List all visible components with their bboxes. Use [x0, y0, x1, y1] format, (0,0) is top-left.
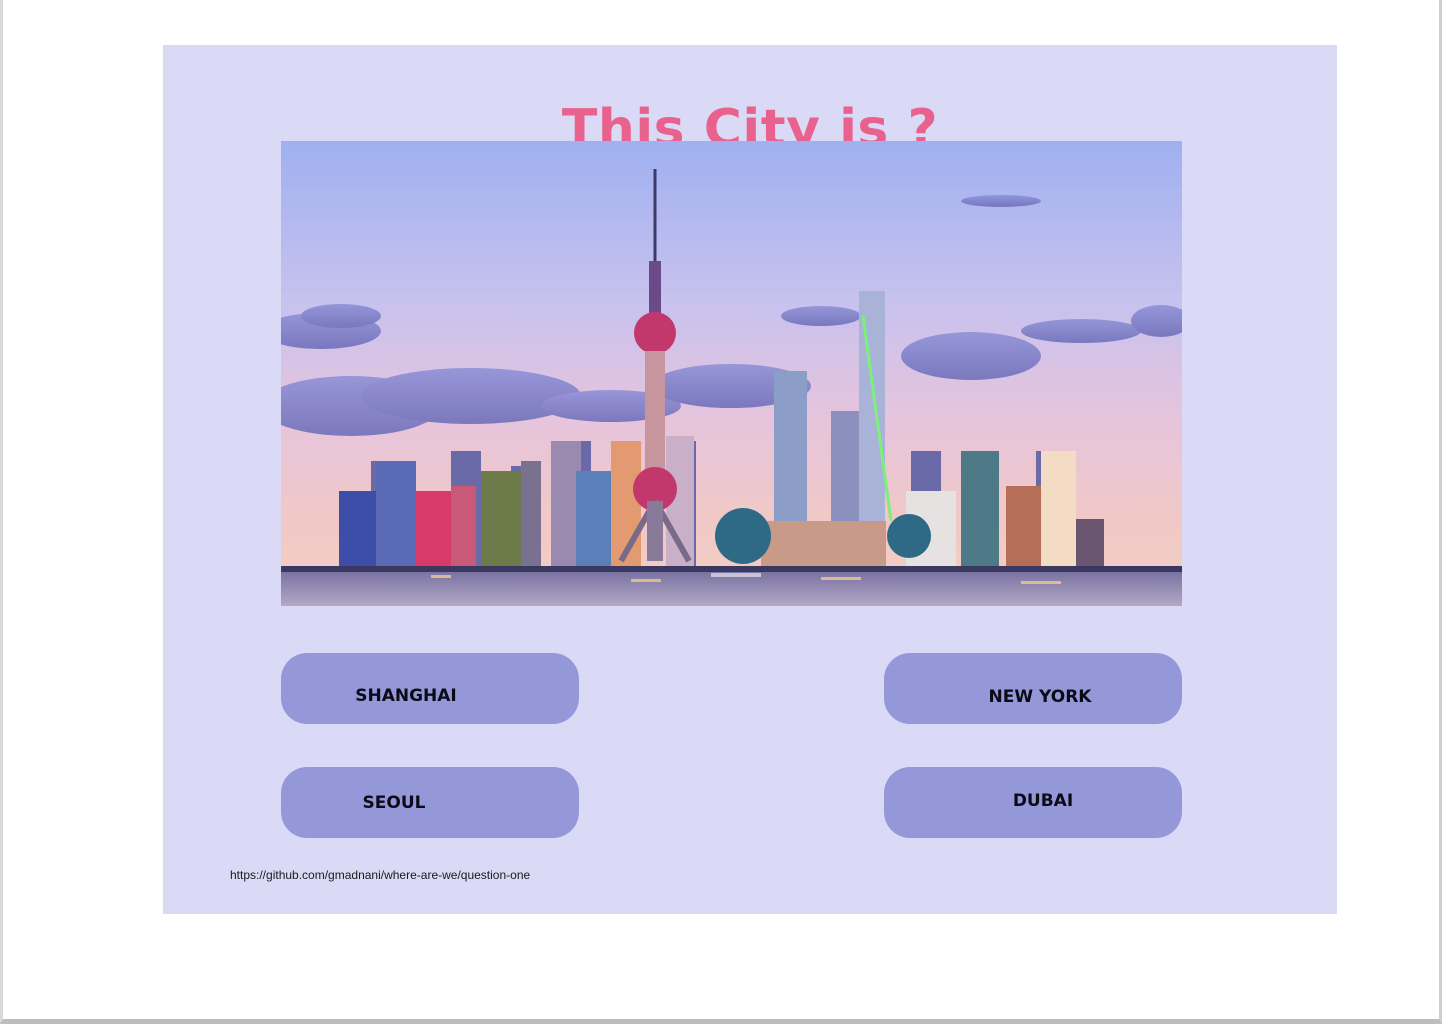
answer-label-seoul: SEOUL [362, 792, 426, 813]
answer-label-dubai: DUBAI [1012, 790, 1074, 811]
answer-button-new-york[interactable]: NEW YORK [884, 653, 1182, 724]
answer-button-seoul[interactable]: SEOUL [281, 767, 579, 838]
source-url-text: https://github.com/gmadnani/where-are-we… [230, 868, 531, 882]
answer-button-shanghai[interactable]: SHANGHAI [281, 653, 579, 724]
city-skyline-photo [281, 141, 1182, 606]
answer-label-shanghai: SHANGHAI [355, 685, 457, 706]
answer-button-dubai[interactable]: DUBAI [884, 767, 1182, 838]
answer-label-new-york: NEW YORK [988, 686, 1092, 707]
